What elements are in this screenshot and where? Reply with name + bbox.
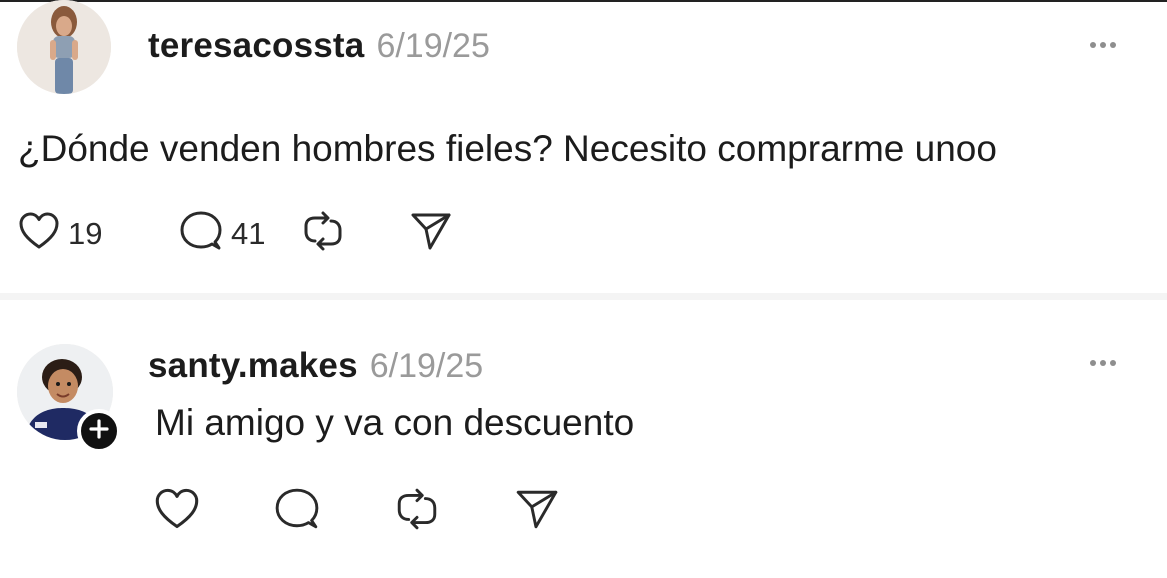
repost-icon xyxy=(394,487,440,536)
like-button[interactable] xyxy=(154,487,274,536)
username[interactable]: santy.makes xyxy=(148,346,358,386)
comment-icon xyxy=(179,210,223,257)
heart-icon xyxy=(18,211,60,256)
post-divider xyxy=(0,293,1167,300)
post-actions: 19 41 xyxy=(18,210,453,257)
share-button[interactable] xyxy=(409,210,453,257)
avatar[interactable] xyxy=(17,0,111,94)
repost-button[interactable] xyxy=(394,487,514,536)
reply-header: santy.makes 6/19/25 xyxy=(148,346,483,386)
post-date: 6/19/25 xyxy=(376,27,490,65)
thread-view: teresacossta 6/19/25 ¿Dónde venden hombr… xyxy=(0,0,1167,578)
post-header: teresacossta 6/19/25 xyxy=(148,26,490,66)
reply-count: 41 xyxy=(231,215,266,251)
post-date: 6/19/25 xyxy=(369,347,484,385)
heart-icon xyxy=(154,487,200,536)
like-button[interactable]: 19 xyxy=(18,211,138,256)
share-icon xyxy=(409,210,453,257)
repost-button[interactable] xyxy=(301,210,409,257)
follow-plus-icon xyxy=(88,418,110,445)
post-text: ¿Dónde venden hombres fieles? Necesito c… xyxy=(18,128,997,169)
more-icon[interactable] xyxy=(1090,42,1116,48)
reply-button[interactable]: 41 xyxy=(179,210,307,257)
reply-actions xyxy=(154,487,560,536)
comment-icon xyxy=(274,487,320,536)
follow-button[interactable] xyxy=(77,409,121,453)
like-count: 19 xyxy=(68,215,103,251)
original-post: teresacossta 6/19/25 ¿Dónde venden hombr… xyxy=(0,0,1167,292)
more-icon[interactable] xyxy=(1090,360,1116,366)
repost-icon xyxy=(301,210,345,257)
share-icon xyxy=(514,487,560,536)
reply-button[interactable] xyxy=(274,487,394,536)
reply-text: Mi amigo y va con descuento xyxy=(155,402,635,443)
username[interactable]: teresacossta xyxy=(148,26,364,66)
share-button[interactable] xyxy=(514,487,560,536)
